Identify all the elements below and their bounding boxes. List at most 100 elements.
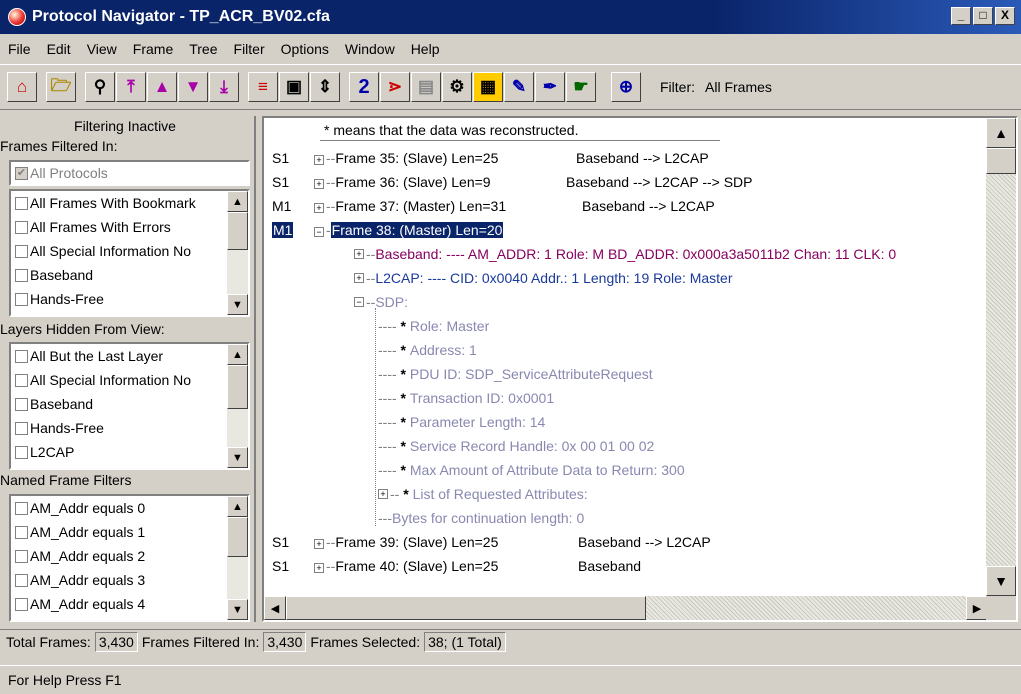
- scroll-up-icon[interactable]: ▲: [227, 191, 248, 212]
- scroll-thumb[interactable]: [227, 365, 248, 409]
- next-frame-icon[interactable]: ▼: [178, 72, 208, 102]
- checkbox[interactable]: [15, 597, 28, 611]
- settings-icon[interactable]: ⚙: [442, 72, 472, 102]
- expand-icon[interactable]: +: [314, 563, 324, 573]
- tree-row-frame-37[interactable]: M1 + --Frame 37: (Master) Len=31 Baseband…: [264, 194, 984, 218]
- list-item[interactable]: Hands-Free: [11, 287, 248, 311]
- list-item[interactable]: L2CAP: [11, 440, 248, 464]
- list-item[interactable]: AM_Addr equals 2: [11, 544, 248, 568]
- list-item[interactable]: AM_Addr equals 4: [11, 592, 248, 616]
- level-two-button[interactable]: 2: [349, 72, 379, 102]
- list-item[interactable]: All Frames With Bookmark: [11, 191, 248, 215]
- scroll-down-icon[interactable]: ▼: [227, 599, 248, 620]
- expand-icon[interactable]: +: [314, 179, 324, 189]
- sdp-field[interactable]: ---- * PDU ID: SDP_ServiceAttributeReque…: [378, 362, 653, 386]
- menu-window[interactable]: Window: [337, 41, 403, 57]
- scroll-up-icon[interactable]: ▲: [227, 344, 248, 365]
- home-icon[interactable]: ⌂: [7, 72, 37, 102]
- menu-filter[interactable]: Filter: [226, 41, 273, 57]
- pen-icon[interactable]: ✒: [535, 72, 565, 102]
- sdp-field[interactable]: ---- * Max Amount of Attribute Data to R…: [378, 458, 685, 482]
- scrollbar[interactable]: ▲ ▼: [227, 191, 248, 315]
- branch-icon[interactable]: ⋗: [380, 72, 410, 102]
- list-item[interactable]: AM_Addr equals 3: [11, 568, 248, 592]
- expand-icon[interactable]: +: [378, 489, 388, 499]
- sdp-field[interactable]: ---- * Role: Master: [378, 314, 489, 338]
- last-frame-icon[interactable]: ⤓: [209, 72, 239, 102]
- list-item[interactable]: Hands-Free: [11, 416, 248, 440]
- checkbox[interactable]: [15, 445, 28, 459]
- scroll-thumb[interactable]: [227, 212, 248, 250]
- menu-tree[interactable]: Tree: [181, 41, 225, 57]
- checkbox[interactable]: [15, 573, 28, 587]
- sdp-field[interactable]: ---- * Address: 1: [378, 338, 477, 362]
- checkbox[interactable]: [15, 501, 28, 515]
- sdp-node[interactable]: − -- SDP:: [354, 290, 408, 314]
- close-button[interactable]: X: [995, 7, 1015, 25]
- list-item[interactable]: All Special Information No: [11, 368, 248, 392]
- refresh-icon[interactable]: ⊕: [611, 72, 641, 102]
- hand-icon[interactable]: ☛: [566, 72, 596, 102]
- previous-frame-icon[interactable]: ▲: [147, 72, 177, 102]
- menu-frame[interactable]: Frame: [125, 41, 181, 57]
- menu-edit[interactable]: Edit: [39, 41, 79, 57]
- checkbox[interactable]: [15, 525, 28, 539]
- menu-view[interactable]: View: [79, 41, 125, 57]
- tree-horizontal-scrollbar[interactable]: ◀ ▶: [264, 596, 988, 620]
- tree-vertical-scrollbar[interactable]: ▲ ▼: [986, 118, 1016, 596]
- continuation-field[interactable]: --- Bytes for continuation length: 0: [378, 506, 584, 530]
- scroll-down-icon[interactable]: ▼: [227, 294, 248, 315]
- layers-hidden-list[interactable]: All But the Last Layer All Special Infor…: [9, 342, 250, 470]
- checkbox[interactable]: [15, 220, 28, 234]
- list-item[interactable]: Baseband: [11, 392, 248, 416]
- checkbox[interactable]: [15, 397, 28, 411]
- l2cap-node[interactable]: + -- L2CAP: ---- CID: 0x0040 Addr.: 1 Leng…: [354, 266, 733, 290]
- list-item[interactable]: All Special Information No: [11, 239, 248, 263]
- scroll-thumb[interactable]: [286, 596, 646, 620]
- tree-row-frame-40[interactable]: S1 + --Frame 40: (Slave) Len=25 Baseband: [264, 554, 984, 578]
- tree-row-frame-39[interactable]: S1 + --Frame 39: (Slave) Len=25 Baseband …: [264, 530, 984, 554]
- scroll-down-icon[interactable]: ▼: [986, 566, 1016, 596]
- first-frame-icon[interactable]: ⤒: [116, 72, 146, 102]
- scroll-down-icon[interactable]: ▼: [227, 447, 248, 468]
- find-binoculars-icon[interactable]: ⚲: [85, 72, 115, 102]
- sdp-field[interactable]: ---- * Service Record Handle: 0x 00 01 0…: [378, 434, 654, 458]
- highlight-icon[interactable]: ▦: [473, 72, 503, 102]
- tree-row-frame-35[interactable]: S1 + --Frame 35: (Slave) Len=25 Baseband …: [264, 146, 984, 170]
- checkbox[interactable]: [15, 268, 28, 282]
- scroll-up-icon[interactable]: ▲: [227, 496, 248, 517]
- scroll-left-icon[interactable]: ◀: [264, 596, 286, 620]
- checkbox[interactable]: [15, 292, 28, 306]
- save-icon[interactable]: ▣: [279, 72, 309, 102]
- scrollbar[interactable]: ▲ ▼: [227, 344, 248, 468]
- minimize-button[interactable]: _: [951, 7, 971, 25]
- checkbox[interactable]: [15, 244, 28, 258]
- open-folder-icon[interactable]: 🗁: [46, 72, 76, 102]
- expand-icon[interactable]: +: [314, 203, 324, 213]
- list-item[interactable]: All But the Last Layer: [11, 344, 248, 368]
- maximize-button[interactable]: □: [973, 7, 993, 25]
- scroll-thumb[interactable]: [986, 148, 1016, 174]
- sdp-field[interactable]: ---- * Parameter Length: 14: [378, 410, 545, 434]
- edit-icon[interactable]: ✎: [504, 72, 534, 102]
- sdp-field[interactable]: + -- * List of Requested Attributes:: [378, 482, 588, 506]
- scroll-thumb[interactable]: [227, 517, 248, 557]
- layers-icon[interactable]: ≡: [248, 72, 278, 102]
- list-item[interactable]: AM_Addr equals 0: [11, 496, 248, 520]
- checkbox[interactable]: [15, 349, 28, 363]
- baseband-node[interactable]: + -- Baseband: ---- AM_ADDR: 1 Role: M BD_…: [354, 242, 896, 266]
- expand-icon[interactable]: +: [314, 155, 324, 165]
- frame-tree[interactable]: * means that the data was reconstructed.…: [264, 118, 984, 596]
- menu-file[interactable]: File: [0, 41, 39, 57]
- scrollbar[interactable]: ▲ ▼: [227, 496, 248, 620]
- scroll-up-icon[interactable]: ▲: [986, 118, 1016, 148]
- list-item[interactable]: Baseband: [11, 263, 248, 287]
- tree-row-frame-36[interactable]: S1 + --Frame 36: (Slave) Len=9 Baseband -…: [264, 170, 984, 194]
- checkbox[interactable]: [15, 549, 28, 563]
- scroll-right-icon[interactable]: ▶: [966, 596, 988, 620]
- checkbox[interactable]: [15, 196, 28, 210]
- menu-options[interactable]: Options: [273, 41, 337, 57]
- collapse-icon[interactable]: −: [314, 227, 324, 237]
- expand-icon[interactable]: +: [354, 249, 364, 259]
- checkbox[interactable]: [15, 373, 28, 387]
